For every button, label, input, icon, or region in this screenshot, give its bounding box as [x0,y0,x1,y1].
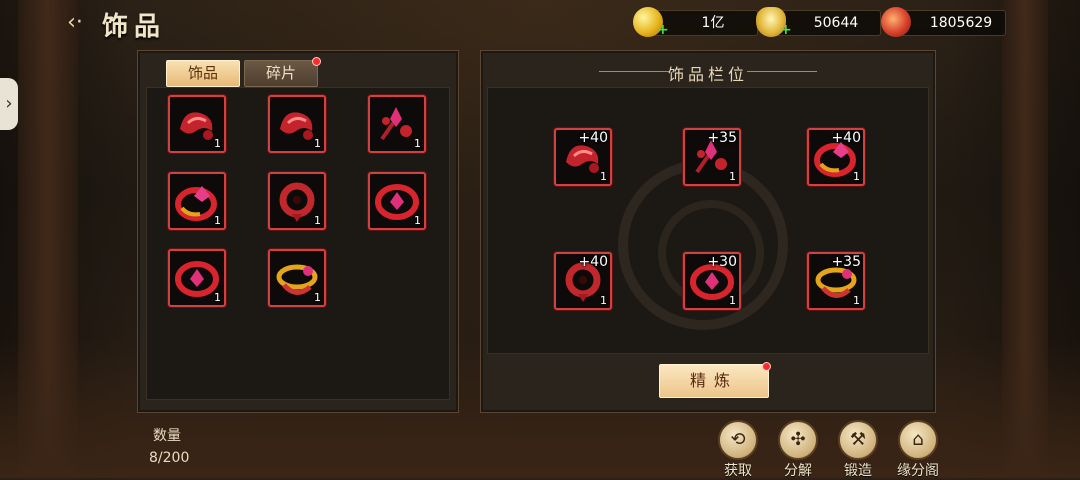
side-expand-tab[interactable]: › [0,78,18,130]
inventory-item[interactable]: 1 [268,172,326,230]
equipped-slot[interactable]: +40 1 [554,252,612,310]
item-count: 1 [214,137,221,150]
back-arrow-icon: ‹· [67,10,83,35]
gold-ingot-value: 50644 [813,15,859,31]
pavilion-label: 缘分阁 [897,463,939,479]
refine-label: 精炼 [689,371,738,390]
red-token-value: 1805629 [929,15,993,31]
inventory-item[interactable]: 1 [168,95,226,153]
inventory-item[interactable]: 1 [368,95,426,153]
tab-fragments[interactable]: 碎片 [244,57,321,87]
inventory-item[interactable]: 1 [268,95,326,153]
item-count: 1 [314,137,321,150]
slot-bonus: +40 [831,130,861,146]
acquire-button[interactable]: ⟲ 获取 [709,420,767,480]
pavilion-icon: ⌂ [898,420,938,460]
quantity-label: 数量 [153,428,181,444]
decompose-button[interactable]: ✣ 分解 [769,420,827,480]
item-count: 1 [214,214,221,227]
slot-bonus: +40 [578,254,608,270]
item-count: 1 [729,170,736,183]
equipped-slot[interactable]: +40 1 [554,128,612,186]
page-title: 饰品 [102,12,167,42]
item-count: 1 [314,291,321,304]
pavilion-button[interactable]: ⌂ 缘分阁 [889,420,947,480]
inventory-item[interactable]: 1 [368,172,426,230]
item-count: 1 [414,137,421,150]
tab-accessories[interactable]: 饰品 [166,60,240,87]
resource-gold-coin[interactable]: + 1亿 [633,7,758,37]
item-count: 1 [600,170,607,183]
equipped-slot[interactable]: +30 1 [683,252,741,310]
gold-coin-value: 1亿 [701,15,725,31]
slot-bonus: +30 [707,254,737,270]
acquire-icon: ⟲ [718,420,758,460]
item-count: 1 [600,294,607,307]
equipped-slot[interactable]: +35 1 [683,128,741,186]
decompose-icon: ✣ [778,420,818,460]
back-button[interactable]: ‹· [60,10,90,36]
item-count: 1 [853,170,860,183]
inventory-item[interactable]: 1 [168,249,226,307]
slot-bonus: +40 [578,130,608,146]
inventory-item[interactable]: 1 [168,172,226,230]
slot-bonus: +35 [831,254,861,270]
inventory-panel: 饰品 碎片 1 1 1 1 1 1 1 1 [137,50,459,413]
notification-badge [762,362,771,371]
accessory-slots-panel: 饰品栏位 +40 1 +35 1 +40 1 +40 1 +30 1 +35 1… [480,50,936,413]
decompose-label: 分解 [784,463,812,479]
equipped-slot[interactable]: +35 1 [807,252,865,310]
notification-badge [312,57,321,66]
item-count: 1 [729,294,736,307]
resource-red-token: 1805629 [881,7,1006,37]
item-count: 1 [414,214,421,227]
equipped-slot[interactable]: +40 1 [807,128,865,186]
quantity-value: 8/200 [149,450,190,466]
forge-hammer-icon: ⚒ [838,420,878,460]
red-token-icon [881,7,911,37]
inventory-item[interactable]: 1 [268,249,326,307]
slot-bonus: +35 [707,130,737,146]
forge-button[interactable]: ⚒ 锻造 [829,420,887,480]
add-gold-icon[interactable]: + [657,23,669,37]
refine-button[interactable]: 精炼 [659,362,771,398]
item-count: 1 [853,294,860,307]
item-count: 1 [214,291,221,304]
forge-label: 锻造 [844,463,872,479]
top-bar: ‹· 饰品 + 1亿 + 50644 1805629 [0,0,1080,46]
tab-fragments-label: 碎片 [265,64,296,82]
slots-title: 饰品栏位 [481,61,935,85]
add-ingot-icon[interactable]: + [780,23,792,37]
resource-gold-ingot[interactable]: + 50644 [756,7,881,37]
item-count: 1 [314,214,321,227]
chevron-right-icon: › [5,93,13,114]
acquire-label: 获取 [724,463,752,479]
